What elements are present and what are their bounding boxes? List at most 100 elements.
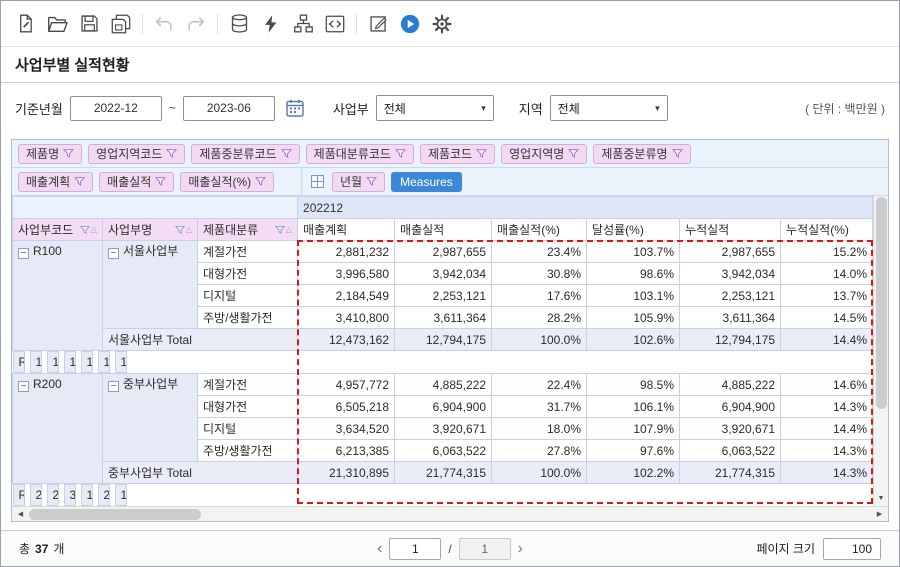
value-cell: 6,063,522 [395,440,492,462]
redo-icon[interactable] [180,8,212,40]
undo-icon[interactable] [148,8,180,40]
row-field-header[interactable]: △사업부코드 [13,219,103,241]
value-cell: 21,310,895 [298,462,395,484]
sitemap-icon[interactable] [287,8,319,40]
collapse-icon[interactable]: − [18,248,29,259]
field-chip[interactable]: 제품중분류코드 [191,144,299,164]
vertical-scrollbar[interactable]: ▼ [873,196,888,506]
value-column-header[interactable]: 매출실적(%) [492,219,587,241]
total-pages: 1 [459,538,511,560]
horizontal-scrollbar-thumb[interactable] [29,509,201,520]
value-cell: 17.6% [492,285,587,307]
scroll-left-icon[interactable]: ◀ [14,510,27,518]
column-field-chip[interactable]: 년월 [332,172,385,192]
calendar-icon[interactable] [282,95,308,121]
field-chip[interactable]: 매출계획 [18,172,93,192]
pivot-fields-row: 제품명 영업지역코드 제품중분류코드 제품대분류코드 제품코드 영업지역명 제품중분류명 [12,140,888,168]
edit-icon[interactable] [362,8,394,40]
unit-label: ( 단위 : 백만원 ) [805,100,885,117]
value-cell: 3,996,580 [298,263,395,285]
value-cell: 28.2% [492,307,587,329]
value-column-header[interactable]: 매출실적 [395,219,492,241]
current-page-input[interactable] [389,538,441,560]
save-icon[interactable] [73,8,105,40]
value-cell: 14.6% [781,374,873,396]
value-cell: 106.1% [587,396,680,418]
value-cell: 3,634,520 [298,418,395,440]
period-to-input[interactable] [183,96,275,121]
value-column-header[interactable]: 매출계획 [298,219,395,241]
value-cell: 14.4% [781,418,873,440]
horizontal-scrollbar[interactable]: ◀ ▶ [12,506,888,521]
new-document-icon[interactable] [9,8,41,40]
settings-icon[interactable] [426,8,458,40]
measures-badge[interactable]: Measures [391,172,462,192]
header-row: △사업부코드△사업부명△제품대분류매출계획매출실적매출실적(%)달성률(%)누적… [13,219,873,241]
save-all-icon[interactable] [105,8,137,40]
scroll-right-icon[interactable]: ▶ [873,510,886,518]
corner-cell [13,197,298,219]
filter-icon [74,176,85,187]
field-chip[interactable]: 매출실적(%) [180,172,274,192]
code-icon[interactable] [319,8,351,40]
value-cell: 6,904,900 [395,396,492,418]
collapse-icon[interactable]: − [108,248,119,259]
field-chip[interactable]: 제품코드 [420,144,495,164]
value-cell: 19.3% [64,351,76,373]
division-select[interactable]: 전체 ▾ [376,95,494,121]
grid-body: 202212 △사업부코드△사업부명△제품대분류매출계획매출실적매출실적(%)달… [12,196,888,506]
value-cell: 14.0% [781,263,873,285]
value-cell: 4,885,222 [680,374,781,396]
value-cell: 23.4% [492,241,587,263]
filter-icon [155,176,166,187]
row-field-header[interactable]: △사업부명 [103,219,198,241]
run-icon[interactable] [394,8,426,40]
field-chip[interactable]: 영업지역코드 [88,144,185,164]
row-label-cell: R200 Total [13,484,25,506]
vertical-scrollbar-thumb[interactable] [876,197,887,409]
value-column-header[interactable]: 달성률(%) [587,219,680,241]
pivot-table-body: −R100−서울사업부계절가전2,881,2322,987,65523.4%10… [13,241,873,507]
header-label: 사업부명 [108,223,152,237]
group-cell: −서울사업부 [103,241,198,329]
page-title: 사업부별 실적현황 [15,54,130,75]
database-icon[interactable] [223,8,255,40]
value-cell: 6,063,522 [680,440,781,462]
page-divider: / [448,542,451,556]
value-cell: 3,611,364 [395,307,492,329]
layout-grid-icon[interactable] [308,173,326,191]
collapse-icon[interactable]: − [18,381,29,392]
value-column-header[interactable]: 누적실적 [680,219,781,241]
value-cell: 3,410,800 [298,307,395,329]
prev-page-button[interactable]: ‹ [377,541,382,557]
column-chip-slot: 년월 [332,172,385,192]
period-from-input[interactable] [70,96,162,121]
scroll-down-icon[interactable]: ▼ [878,491,885,505]
value-cell: 103.1% [587,285,680,307]
field-chip[interactable]: 제품명 [18,144,82,164]
field-chip[interactable]: 제품중분류명 [593,144,690,164]
open-folder-icon[interactable] [41,8,73,40]
value-cell: 2,253,121 [395,285,492,307]
field-chip-label: 제품중분류코드 [199,145,276,162]
value-cell: 3,920,671 [680,418,781,440]
value-cell: 21,774,315 [680,462,781,484]
execute-icon[interactable] [255,8,287,40]
page-size-input[interactable] [823,538,881,560]
value-cell: 102.2% [587,462,680,484]
value-cell: 14.3% [781,462,873,484]
value-cell: 3,920,671 [395,418,492,440]
value-cell: 97.6% [587,440,680,462]
field-chip-label: 제품대분류코드 [314,145,391,162]
next-page-button[interactable]: › [518,541,523,557]
value-cell: 14.4% [781,329,873,351]
toolbar-separator [356,14,357,34]
row-field-header[interactable]: △제품대분류 [198,219,298,241]
collapse-icon[interactable]: − [108,381,119,392]
region-select[interactable]: 전체 ▾ [550,95,668,121]
field-chip[interactable]: 영업지역명 [501,144,587,164]
value-column-header[interactable]: 누적실적(%) [781,219,873,241]
field-chip[interactable]: 제품대분류코드 [306,144,414,164]
value-cell: 6,904,900 [680,396,781,418]
field-chip[interactable]: 매출실적 [99,172,174,192]
